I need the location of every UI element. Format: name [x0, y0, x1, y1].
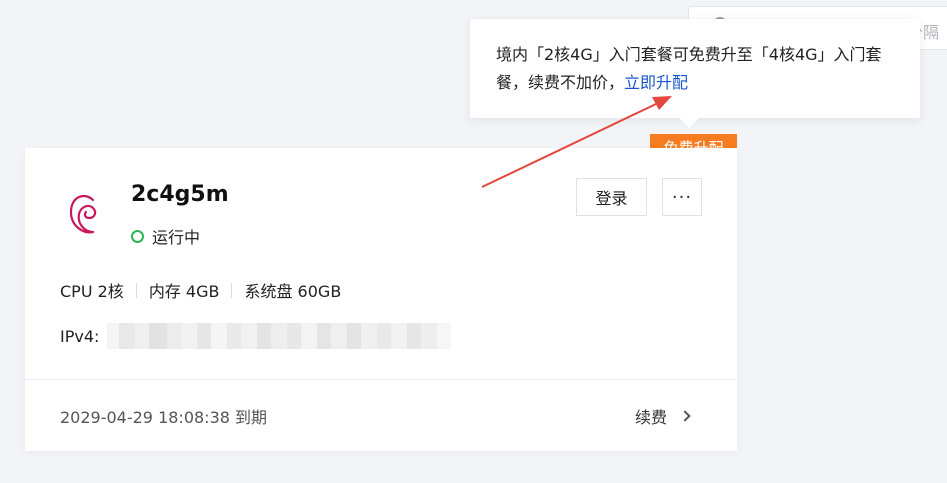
- upgrade-now-link[interactable]: 立即升配: [624, 73, 688, 92]
- upgrade-tooltip: 境内「2核4G」入门套餐可免费升至「4核4G」入门套餐，续费不加价，立即升配: [470, 19, 920, 118]
- renew-button[interactable]: 续费: [635, 404, 691, 428]
- renew-label: 续费: [635, 408, 668, 427]
- chevron-right-icon: [679, 410, 691, 422]
- spec-memory: 内存 4GB: [148, 282, 220, 301]
- debian-logo-icon: [69, 194, 97, 234]
- ipv4-label: IPv4:: [60, 326, 100, 346]
- instance-specs: CPU 2核 内存 4GB 系统盘 60GB: [60, 278, 341, 302]
- instance-name[interactable]: 2c4g5m: [131, 182, 229, 207]
- spec-divider: [135, 282, 137, 298]
- spec-disk: 系统盘 60GB: [244, 282, 342, 301]
- tooltip-text: 境内「2核4G」入门套餐可免费升至「4核4G」入门套餐，续费不加价，: [496, 45, 882, 92]
- instance-status: 运行中: [131, 224, 200, 248]
- expiry-date: 2029-04-29 18:08:38 到期: [60, 408, 268, 427]
- server-card: 2c4g5m 运行中 登录 ··· CPU 2核 内存 4GB 系统盘 60GB…: [25, 148, 737, 451]
- more-options-button[interactable]: ···: [662, 178, 702, 216]
- spec-cpu: CPU 2核: [60, 282, 124, 301]
- spec-divider: [231, 282, 233, 298]
- card-divider: [25, 379, 737, 380]
- login-button[interactable]: 登录: [576, 178, 647, 216]
- status-running-icon: [131, 229, 144, 243]
- status-label: 运行中: [152, 228, 201, 247]
- ipv4-row: IPv4:: [60, 323, 452, 349]
- ipv4-address-redacted: [107, 323, 452, 349]
